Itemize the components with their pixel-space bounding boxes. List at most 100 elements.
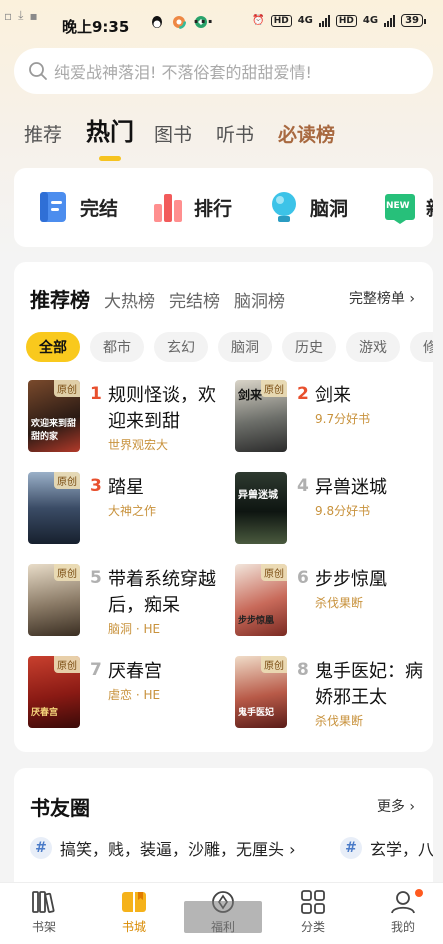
book-item[interactable]: 原创 3 踏星 大神之作 [28, 472, 228, 546]
book-tagline: 9.8分好书 [315, 504, 371, 518]
image-notification-icon: ▫ [4, 8, 13, 23]
friends-title: 书友圈 [30, 796, 90, 820]
more-dots-icon: ··· [193, 12, 215, 31]
rank-number: 6 [297, 568, 309, 588]
book-item[interactable]: 原创 鬼手医妃 8 鬼手医妃：病娇邪王太 杀伐果断 [235, 656, 433, 730]
ranking-title[interactable]: 推荐榜 [30, 284, 90, 313]
rank-number: 7 [90, 660, 102, 680]
book-cover: 原创 [28, 472, 80, 544]
rank-number: 1 [90, 384, 102, 404]
tab-books[interactable]: 图书 [154, 120, 192, 147]
nav-bookshelf[interactable]: 书架 [14, 889, 74, 935]
cover-title: 步步惊凰 [238, 616, 275, 626]
topic-tag[interactable]: # 搞笑，贱，装逼，沙雕，无厘头 › [30, 836, 296, 860]
alarm-icon: ⏰ [252, 15, 265, 26]
nav-label: 分类 [300, 920, 325, 934]
nav-label: 书架 [31, 920, 56, 934]
book-item[interactable]: 原创 厌春宫 7 厌春宫 虐恋 · HE [28, 656, 228, 730]
search-icon [29, 62, 47, 80]
nav-label: 书城 [121, 920, 146, 934]
book-item[interactable]: 原创 欢迎来到甜甜的家 1 规则怪谈，欢迎来到甜 世界观宏大 [28, 380, 228, 454]
book-title: 厌春宫 [108, 661, 162, 682]
rank-number: 8 [297, 660, 309, 680]
more-notification-icon: ▪ [29, 8, 38, 23]
book-complete-icon [40, 192, 66, 222]
hashtag-icon: # [30, 837, 52, 859]
nav-category[interactable]: 分类 [283, 889, 343, 935]
tab-must-read[interactable]: 必读榜 [278, 120, 335, 147]
book-tagline: 大神之作 [108, 504, 157, 518]
book-friends-card: 书友圈 更多 › # 搞笑，贱，装逼，沙雕，无厘头 › # 玄学，八 [14, 768, 433, 898]
new-badge-text: NEW [386, 201, 410, 211]
book-cover: 异兽迷城 [235, 472, 287, 544]
rank-number: 2 [297, 384, 309, 404]
topic-tag[interactable]: # 玄学，八 [340, 836, 433, 860]
status-time: 晚上9:35 [62, 18, 130, 36]
chip-urban[interactable]: 都市 [90, 332, 144, 362]
status-right-icons: ⏰ HD 4G HD 4G 39 [252, 14, 426, 27]
topic-text: 玄学，八 [370, 840, 433, 859]
chip-game[interactable]: 游戏 [346, 332, 400, 362]
category-ranking[interactable]: 排行 [152, 190, 232, 224]
cover-title: 鬼手医妃 [238, 708, 275, 718]
ranking-tab-hot[interactable]: 大热榜 [104, 287, 155, 312]
original-tag: 原创 [261, 380, 287, 397]
category-complete[interactable]: 完结 [38, 190, 118, 224]
search-placeholder: 纯爱战神落泪! 不落俗套的甜甜爱情! [54, 63, 312, 82]
chip-fantasy[interactable]: 玄幻 [154, 332, 208, 362]
book-cover: 原创 [28, 564, 80, 636]
signal-icon-2 [384, 14, 396, 27]
grid-icon [301, 890, 325, 914]
user-icon [391, 891, 415, 914]
category-shortcuts: 完结 排行 脑洞 新 NEW [14, 168, 433, 247]
ranking-tab-complete[interactable]: 完结榜 [169, 287, 220, 312]
original-tag: 原创 [261, 564, 287, 581]
book-item[interactable]: 异兽迷城 4 异兽迷城 9.8分好书 [235, 472, 433, 546]
book-cover: 原创 鬼手医妃 [235, 656, 287, 728]
book-tagline: 脑洞 · HE [108, 622, 161, 636]
nav-mine[interactable]: 我的 [373, 889, 433, 935]
cover-title: 异兽迷城 [238, 490, 278, 501]
tab-audiobooks[interactable]: 听书 [216, 120, 254, 147]
book-title: 异兽迷城 [315, 477, 387, 498]
book-title: 规则怪谈，欢迎来到甜 [108, 385, 216, 432]
category-brainstorm[interactable]: 脑洞 [268, 190, 348, 224]
search-bar[interactable]: 纯爱战神落泪! 不落俗套的甜甜爱情! [14, 48, 433, 94]
tab-recommend[interactable]: 推荐 [24, 120, 62, 147]
original-tag: 原创 [54, 564, 80, 581]
category-label: 新 [426, 194, 433, 221]
nav-bookstore[interactable]: 书城 [104, 889, 164, 935]
original-tag: 原创 [54, 472, 80, 489]
network-type: 4G [297, 15, 313, 26]
book-cover: 原创 剑来 [235, 380, 287, 452]
chip-cultivation[interactable]: 修 [410, 332, 433, 362]
original-tag: 原创 [54, 656, 80, 673]
category-label: 完结 [80, 197, 119, 220]
book-item[interactable]: 原创 5 带着系统穿越后，痴呆 脑洞 · HE [28, 564, 228, 638]
ranking-icon [154, 194, 182, 222]
hashtag-icon: # [340, 837, 362, 859]
book-cover: 原创 欢迎来到甜甜的家 [28, 380, 80, 452]
chip-history[interactable]: 历史 [282, 332, 336, 362]
book-cover: 原创 步步惊凰 [235, 564, 287, 636]
book-item[interactable]: 原创 剑来 2 剑来 9.7分好书 [235, 380, 433, 454]
book-cover: 原创 厌春宫 [28, 656, 80, 728]
book-item[interactable]: 原创 步步惊凰 6 步步惊凰 杀伐果断 [235, 564, 433, 638]
chip-all[interactable]: 全部 [26, 332, 80, 362]
book-tagline: 9.7分好书 [315, 412, 371, 426]
cover-title: 厌春宫 [31, 708, 59, 718]
nav-label: 我的 [390, 920, 415, 934]
signal-icon [318, 14, 330, 27]
friends-more-link[interactable]: 更多 › [377, 796, 415, 816]
category-label: 排行 [194, 197, 233, 220]
color-wheel-icon [172, 15, 186, 29]
original-tag: 原创 [261, 656, 287, 673]
network-type-2: 4G [362, 15, 379, 26]
tab-hot[interactable]: 热门 [86, 112, 134, 147]
genre-chips: 全部 都市 玄幻 脑洞 历史 游戏 修 [26, 332, 433, 362]
top-tabs: 推荐 热门 图书 听书 必读榜 [24, 112, 359, 147]
ranking-tab-brainstorm[interactable]: 脑洞榜 [234, 287, 285, 312]
book-title: 鬼手医妃：病娇邪王太 [315, 661, 423, 708]
full-ranking-link[interactable]: 完整榜单 › [349, 288, 415, 308]
chip-brainstorm[interactable]: 脑洞 [218, 332, 272, 362]
